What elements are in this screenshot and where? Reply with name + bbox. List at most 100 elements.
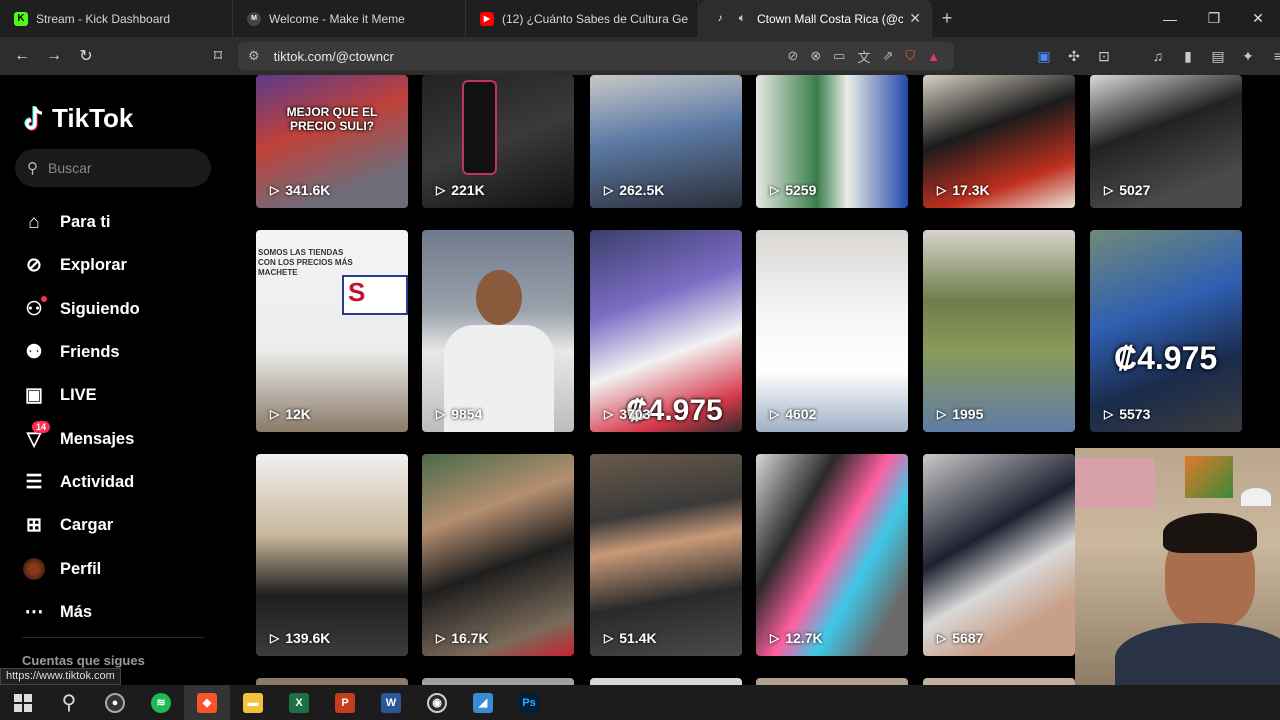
tab-youtube[interactable]: ▶ (12) ¿Cuánto Sabes de Cultura Gener [466, 0, 699, 37]
view-count: ▷ 51.4K [604, 630, 657, 646]
maximize-icon[interactable]: ❐ [1192, 0, 1236, 37]
sidebar-item-mas[interactable]: ⋯ Más [22, 591, 232, 634]
sidebar-item-para-ti[interactable]: ⌂ Para ti [22, 201, 232, 244]
speaker-image [462, 80, 497, 175]
video-card[interactable]: ▷ 17.3K [923, 75, 1075, 208]
sidebar-item-label: Actividad [60, 472, 135, 491]
view-count: ▷ 9854 [436, 406, 482, 422]
wall-painting [1185, 456, 1233, 498]
video-card[interactable]: ▷ 1995 [923, 230, 1075, 432]
forward-icon[interactable]: → [40, 42, 68, 70]
windows-taskbar: ⚲ ● ≋ ◆ ▬ X P W ◉ ◢ Ps [0, 685, 1280, 720]
view-count: ▷ 5573 [1104, 406, 1150, 422]
video-card[interactable]: ▷ 5259 [756, 75, 908, 208]
new-tab-button[interactable]: + [932, 0, 962, 37]
video-card[interactable] [590, 678, 742, 685]
sidebar-item-cargar[interactable]: ⊞ Cargar [22, 504, 232, 547]
taskbar-obs-icon[interactable]: ● [92, 685, 138, 720]
video-card[interactable] [756, 678, 908, 685]
view-count-text: 12.7K [785, 630, 823, 646]
tab-make-it-meme[interactable]: M Welcome - Make it Meme [233, 0, 466, 37]
taskbar-photoshop-icon[interactable]: Ps [506, 685, 552, 720]
taskbar-capcut-icon[interactable]: ◢ [460, 685, 506, 720]
sidebar-item-friends[interactable]: ⚉ Friends [22, 331, 232, 374]
sidebar-item-actividad[interactable]: ☰ Actividad [22, 461, 232, 504]
play-icon: ▷ [770, 407, 780, 421]
video-card[interactable]: ▷ 5687 [923, 454, 1075, 656]
bookmark-icon[interactable]: ⌑ [204, 42, 232, 70]
taskbar-app-icon[interactable]: ◉ [414, 685, 460, 720]
video-card[interactable]: ▷ 262.5K [590, 75, 742, 208]
leo-ai-icon[interactable]: ✦ [1238, 48, 1258, 65]
video-card[interactable]: ▷ 12.7K [756, 454, 908, 656]
taskbar-word-icon[interactable]: W [368, 685, 414, 720]
tiktok-logo[interactable]: TikTok [22, 103, 133, 134]
close-tab-icon[interactable]: ✕ [909, 10, 921, 27]
video-card[interactable]: ▷ 5027 [1090, 75, 1242, 208]
view-count-text: 16.7K [451, 630, 489, 646]
video-card[interactable] [422, 678, 574, 685]
extensions-icon[interactable]: ✣ [1064, 48, 1084, 65]
tab-tiktok[interactable]: ♪ 🔈︎ Ctown Mall Costa Rica (@cto ✕ [699, 0, 932, 37]
video-card[interactable]: ▷ 4602 [756, 230, 908, 432]
translate-extension-icon[interactable]: ▣ [1034, 48, 1054, 65]
person-shirt [1115, 623, 1280, 685]
video-card[interactable]: ▷ 221K [422, 75, 574, 208]
sidebar-item-perfil[interactable]: Perfil [22, 547, 232, 590]
tab-title: (12) ¿Cuánto Sabes de Cultura Gener [502, 11, 688, 26]
taskbar-powerpoint-icon[interactable]: P [322, 685, 368, 720]
video-card[interactable]: ▷ 51.4K [590, 454, 742, 656]
search-input[interactable]: ⚲ Buscar [15, 149, 211, 187]
video-card[interactable]: ₡4.975 ▷ 3703 [590, 230, 742, 432]
minimize-icon[interactable]: — [1148, 0, 1192, 37]
share-icon[interactable]: ⇗ [882, 48, 893, 64]
activity-icon: ☰ [25, 471, 43, 493]
video-card[interactable]: ▷ 9854 [422, 230, 574, 432]
upload-icon: ⊞ [26, 515, 42, 537]
sidebar-menu: ⌂ Para ti ⊘ Explorar ⚇ Siguiendo ⚉ Frien… [22, 201, 232, 634]
speaker-icon[interactable]: 🔈︎ [735, 12, 749, 26]
tab-kick[interactable]: K Stream - Kick Dashboard [0, 0, 233, 37]
home-icon: ⌂ [28, 211, 40, 233]
play-icon: ▷ [604, 407, 614, 421]
video-card[interactable] [256, 678, 408, 685]
address-bar[interactable]: ⚙ tiktok.com/@ctowncr ⊘ ⊗ ▭ 文 ⇗ ⛉ ▲ [238, 42, 954, 70]
music-icon[interactable]: ♫ [1148, 48, 1168, 64]
taskbar-spotify-icon[interactable]: ≋ [138, 685, 184, 720]
reload-icon[interactable]: ↻ [72, 42, 100, 70]
view-count-text: 4602 [785, 406, 817, 422]
menu-icon[interactable]: ≡ [1268, 48, 1280, 64]
taskbar-search-icon[interactable]: ⚲ [46, 685, 92, 720]
taskbar-explorer-icon[interactable]: ▬ [230, 685, 276, 720]
brave-shield-icon[interactable]: ⛉ [905, 48, 915, 64]
wall-poster [1075, 458, 1155, 508]
start-button[interactable] [0, 685, 46, 720]
sidebar-toggle-icon[interactable]: ▮ [1178, 48, 1198, 65]
sidebar-item-mensajes[interactable]: ▽ 14 Mensajes [22, 417, 232, 460]
sidebar-item-siguiendo[interactable]: ⚇ Siguiendo [22, 288, 232, 331]
back-icon[interactable]: ← [8, 42, 36, 70]
media-off-icon[interactable]: ⊘ [787, 48, 798, 64]
taskbar-brave-icon[interactable]: ◆ [184, 685, 230, 720]
play-icon: ▷ [270, 407, 280, 421]
mute-icon[interactable]: ⊗ [810, 48, 821, 64]
sidebar-item-explorar[interactable]: ⊘ Explorar [22, 244, 232, 287]
video-card[interactable]: ▷ 16.7K [422, 454, 574, 656]
site-settings-icon[interactable]: ⚙ [248, 48, 260, 64]
video-caption: MEJOR QUE EL PRECIO SULI? [286, 105, 378, 133]
video-card[interactable]: ₡4.975 ▷ 5573 [1090, 230, 1242, 432]
sidebar-item-live[interactable]: ▣ LIVE [22, 374, 232, 417]
wallet-icon[interactable]: ▤ [1208, 48, 1228, 65]
brave-rewards-icon[interactable]: ▲ [927, 49, 940, 64]
play-icon: ▷ [937, 183, 947, 197]
video-card[interactable]: MEJOR QUE EL PRECIO SULI? ▷ 341.6K [256, 75, 408, 208]
translate-icon[interactable]: 文 [857, 47, 870, 66]
cast-icon[interactable]: ▭ [833, 48, 845, 64]
video-card[interactable]: ▷ 139.6K [256, 454, 408, 656]
close-window-icon[interactable]: ✕ [1236, 0, 1280, 37]
screenshot-icon[interactable]: ⊡ [1094, 48, 1114, 65]
taskbar-excel-icon[interactable]: X [276, 685, 322, 720]
video-card[interactable] [923, 678, 1075, 685]
page-scrollbar[interactable] [1262, 75, 1280, 448]
video-card[interactable]: SOMOS LAS TIENDAS CON LOS PRECIOS MÁS MA… [256, 230, 408, 432]
